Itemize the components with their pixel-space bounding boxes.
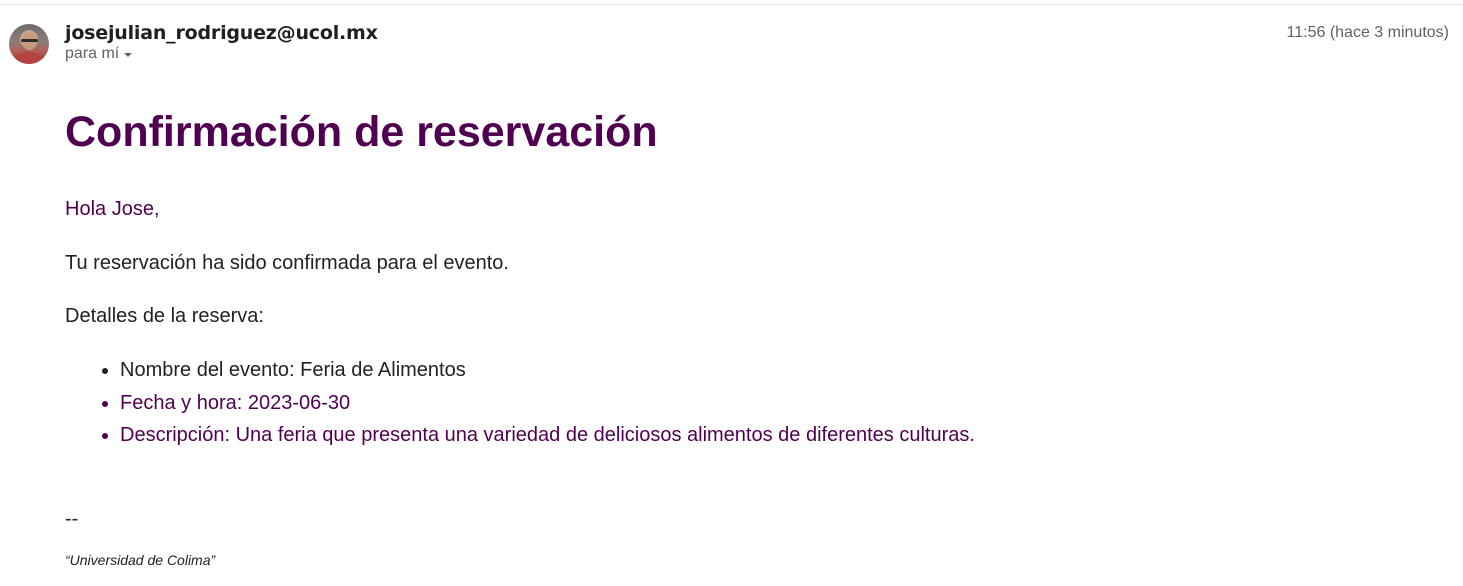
- avatar-shirt: [13, 52, 45, 64]
- recipient-label: para mí: [65, 45, 120, 62]
- recipient-details-toggle[interactable]: para mí: [65, 45, 133, 63]
- sender-avatar[interactable]: [9, 24, 49, 64]
- confirmation-text: Tu reservación ha sido confirmada para e…: [65, 252, 509, 274]
- sender-email[interactable]: josejulian_rodriguez@ucol.mx: [65, 22, 378, 44]
- avatar-glasses: [21, 39, 38, 42]
- header-divider: [0, 4, 1463, 5]
- details-heading: Detalles de la reserva:: [65, 305, 264, 327]
- detail-date-time: Fecha y hora: 2023-06-30: [102, 391, 975, 424]
- message-timestamp: 11:56 (hace 3 minutos): [1286, 24, 1449, 41]
- reservation-details-list: Nombre del evento: Feria de Alimentos Fe…: [102, 358, 975, 456]
- email-title: Confirmación de reservación: [65, 108, 658, 156]
- detail-event-name: Nombre del evento: Feria de Alimentos: [102, 358, 975, 391]
- detail-description: Descripción: Una feria que presenta una …: [102, 423, 975, 456]
- chevron-down-icon[interactable]: [124, 53, 133, 57]
- greeting-text: Hola Jose,: [65, 198, 160, 220]
- signature-text: “Universidad de Colima”: [65, 552, 216, 568]
- signature-separator: --: [65, 508, 79, 530]
